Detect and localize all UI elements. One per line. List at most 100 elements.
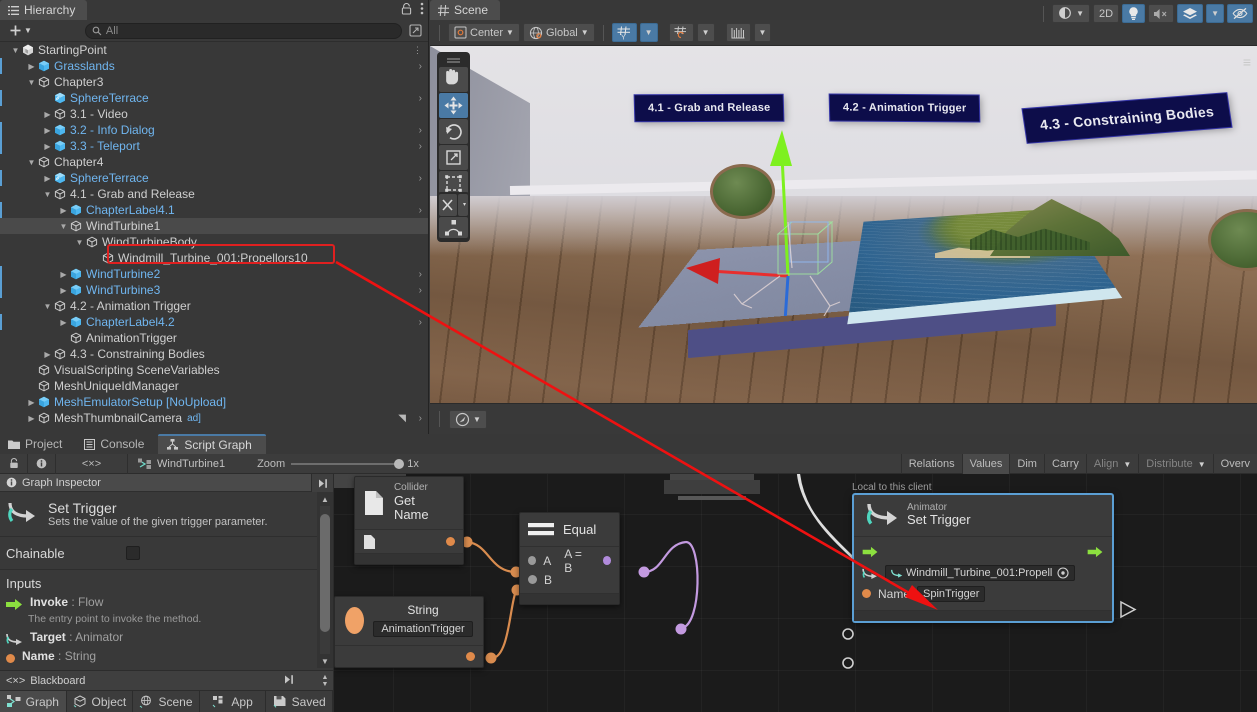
hierarchy-row[interactable]: ▶3.3 - Teleport› <box>0 138 428 154</box>
twisty-right-icon[interactable]: ▶ <box>58 318 69 327</box>
graph-toolbar-right[interactable]: RelationsValuesDimCarryAlign▼Distribute▼… <box>901 454 1257 474</box>
hierarchy-row[interactable]: ▶3.2 - Info Dialog› <box>0 122 428 138</box>
tab-console[interactable]: Console <box>76 434 158 454</box>
chevron-right-icon[interactable]: › <box>419 125 422 136</box>
graph-toolbar-align-button[interactable]: Align▼ <box>1086 454 1138 474</box>
inspector-scrollbar[interactable]: ▲ ▼ <box>317 492 333 668</box>
scene-visibility-button[interactable] <box>1227 4 1253 23</box>
tab-script-graph[interactable]: Script Graph <box>158 434 265 454</box>
chevron-right-icon[interactable]: › <box>419 269 422 280</box>
twisty-right-icon[interactable]: ▶ <box>26 414 37 423</box>
twisty-right-icon[interactable]: ▶ <box>58 206 69 215</box>
handle-space-button[interactable]: Global ▼ <box>523 23 595 42</box>
snap-increment-dropdown[interactable]: ▼ <box>697 23 715 42</box>
graph-breadcrumb[interactable]: WindTurbine1 <box>128 458 235 470</box>
graph-info-button[interactable] <box>28 454 56 474</box>
twisty-right-icon[interactable]: ▶ <box>42 126 53 135</box>
kebab-menu-icon[interactable] <box>420 2 424 15</box>
scene-lighting-button[interactable] <box>1122 4 1145 23</box>
twisty-down-icon[interactable]: ▼ <box>58 222 69 231</box>
blackboard-stepper[interactable]: ▲▼ <box>317 671 333 691</box>
blackboard-collapse-button[interactable] <box>283 674 295 685</box>
chevron-right-icon[interactable]: › <box>419 141 422 152</box>
twisty-right-icon[interactable]: ▶ <box>42 142 53 151</box>
graph-lock-button[interactable] <box>0 454 28 474</box>
twisty-right-icon[interactable]: ▶ <box>42 174 53 183</box>
zoom-slider[interactable] <box>291 463 401 465</box>
scene-tool-palette-extra[interactable] <box>437 192 470 240</box>
stepper-up-arrow[interactable]: ▲ <box>322 674 329 681</box>
scene-camera-button[interactable]: ▼ <box>449 410 487 429</box>
hierarchy-row[interactable]: ▶MeshThumbnailCameraad]›◥ <box>0 410 428 426</box>
blackboard-bar[interactable]: <×> Blackboard ▲▼ <box>0 670 333 690</box>
twisty-right-icon[interactable]: ▶ <box>58 286 69 295</box>
graph-toolbar-distribute-button[interactable]: Distribute▼ <box>1138 454 1212 474</box>
scene-overlay-menu-icon[interactable]: ≡ <box>1243 54 1251 70</box>
bottom-tabbar[interactable]: ProjectConsoleScript Graph <box>0 434 1257 454</box>
scene-fx-button[interactable] <box>1177 4 1203 23</box>
hierarchy-row[interactable]: ▶MeshEmulatorSetup [NoUpload] <box>0 394 428 410</box>
toggle-2d-button[interactable]: 2D <box>1093 4 1119 23</box>
lock-icon[interactable] <box>401 3 412 15</box>
hierarchy-row[interactable]: VisualScripting SceneVariables <box>0 362 428 378</box>
input-port-b[interactable] <box>528 575 537 584</box>
add-gameobject-button[interactable]: ▼ <box>4 22 37 40</box>
hierarchy-row[interactable]: ▼WindTurbine1 <box>0 218 428 234</box>
snap-increment-button[interactable] <box>669 23 694 42</box>
grid-snapping-button[interactable]: Y <box>612 23 637 42</box>
flow-output-arrow-icon[interactable] <box>1087 546 1104 558</box>
hierarchy-row[interactable]: MeshUniqueIdManager <box>0 378 428 394</box>
hierarchy-row[interactable]: ▶3.1 - Video <box>0 106 428 122</box>
twisty-down-icon[interactable]: ▼ <box>42 190 53 199</box>
twisty-down-icon[interactable]: ▼ <box>26 78 37 87</box>
twisty-down-icon[interactable]: ▼ <box>42 302 53 311</box>
stepper-down-arrow[interactable]: ▼ <box>322 681 329 688</box>
search-input[interactable]: All <box>85 23 402 39</box>
twisty-right-icon[interactable]: ▶ <box>42 350 53 359</box>
transform-gizmo[interactable] <box>680 116 900 316</box>
tab-scene[interactable]: Scene <box>430 0 500 20</box>
node-string-literal[interactable]: String AnimationTrigger <box>334 596 484 668</box>
hierarchy-row[interactable]: ▼Chapter4 <box>0 154 428 170</box>
pivot-mode-button[interactable]: Center ▼ <box>448 23 520 42</box>
graph-toolbar-carry-button[interactable]: Carry <box>1044 454 1086 474</box>
script-graph-canvas[interactable]: Collider Get Name Equal <box>334 474 1257 712</box>
hierarchy-row[interactable]: ▶SphereTerrace› <box>0 170 428 186</box>
hierarchy-row[interactable]: ▶Grasslands› <box>0 58 428 74</box>
inspector-tab-saved[interactable]: Saved <box>266 691 333 712</box>
chainable-checkbox[interactable] <box>126 546 140 560</box>
chevron-right-icon[interactable]: › <box>419 173 422 184</box>
hierarchy-row[interactable]: ▶WindTurbine3› <box>0 282 428 298</box>
hierarchy-row[interactable]: ▶ChapterLabel4.1› <box>0 202 428 218</box>
hierarchy-row[interactable]: ▼4.1 - Grab and Release <box>0 186 428 202</box>
twisty-right-icon[interactable]: ▶ <box>26 62 37 71</box>
hierarchy-row[interactable]: ▼StartingPoint⋮ <box>0 42 428 58</box>
scrollbar-thumb[interactable] <box>320 514 330 632</box>
zoom-slider-knob[interactable] <box>394 459 404 469</box>
inspector-tab-scene[interactable]: Scene <box>133 691 200 712</box>
grid-snap-dropdown[interactable]: ▼ <box>640 23 658 42</box>
graph-toolbar-overview-button[interactable]: Overv <box>1213 454 1257 474</box>
output-port-result[interactable] <box>603 556 611 565</box>
target-object-field[interactable]: Windmill_Turbine_001:Propell <box>885 565 1075 581</box>
twisty-down-icon[interactable]: ▼ <box>26 158 37 167</box>
chevron-right-icon[interactable]: › <box>419 413 422 424</box>
twisty-right-icon[interactable]: ▶ <box>26 398 37 407</box>
twisty-right-icon[interactable]: ▶ <box>58 270 69 279</box>
output-port-name[interactable] <box>446 537 455 546</box>
draw-mode-button[interactable]: ▼ <box>1052 4 1090 23</box>
graph-variables-button[interactable]: <×> <box>56 454 128 474</box>
hierarchy-row[interactable]: ▼Chapter3 <box>0 74 428 90</box>
inspector-tab-graph[interactable]: Graph <box>0 691 67 712</box>
hierarchy-tree[interactable]: ▼StartingPoint⋮▶Grasslands›▼Chapter3Sphe… <box>0 42 428 434</box>
chevron-right-icon[interactable]: › <box>419 285 422 296</box>
chevron-right-icon[interactable]: › <box>419 61 422 72</box>
document-port-icon[interactable] <box>363 534 376 550</box>
input-port-name[interactable] <box>862 589 871 598</box>
hierarchy-row[interactable]: ▼4.2 - Animation Trigger <box>0 298 428 314</box>
hierarchy-row[interactable]: SphereTerrace› <box>0 90 428 106</box>
chevron-right-icon[interactable]: › <box>419 205 422 216</box>
chevron-right-icon[interactable]: › <box>419 317 422 328</box>
hierarchy-row[interactable]: ▶ChapterLabel4.2› <box>0 314 428 330</box>
graph-toolbar-relations-button[interactable]: Relations <box>901 454 962 474</box>
